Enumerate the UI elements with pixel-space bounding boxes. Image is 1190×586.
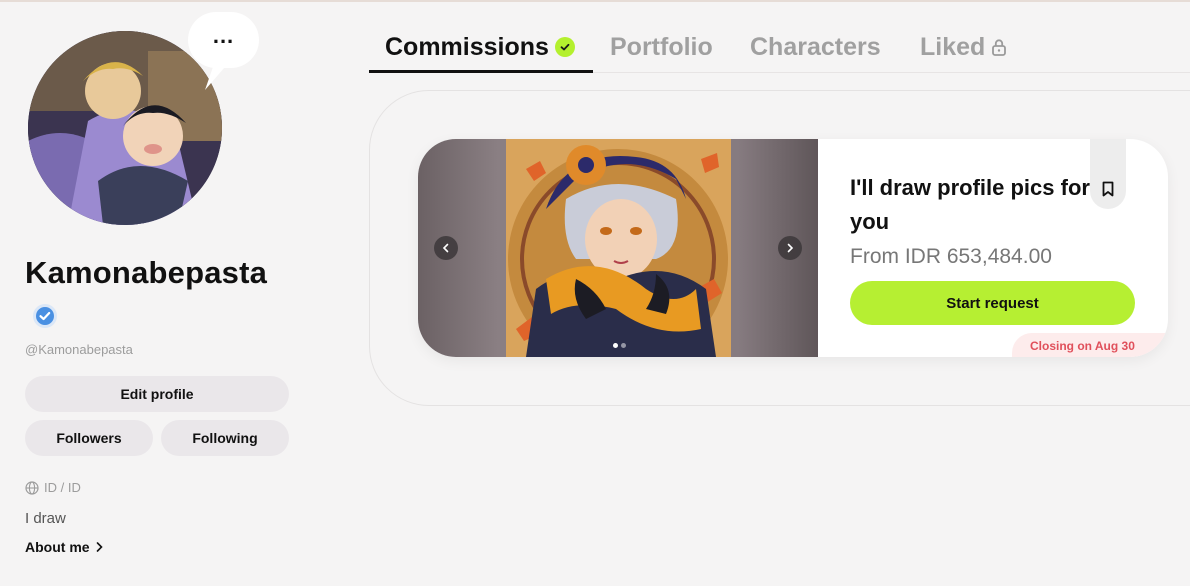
tab-label: Commissions [385, 32, 549, 61]
tab-label: Characters [750, 32, 881, 61]
followers-button[interactable]: Followers [25, 420, 153, 456]
chevron-right-icon [787, 243, 794, 253]
commission-artwork[interactable] [506, 139, 731, 357]
commission-title[interactable]: I'll draw profile pics for you [850, 171, 1100, 239]
active-tab-indicator [369, 70, 593, 73]
tab-portfolio[interactable]: Portfolio [610, 30, 713, 64]
locale-label: ID / ID [44, 480, 81, 495]
commission-media [418, 139, 818, 357]
check-badge-icon [554, 37, 575, 57]
about-me-label: About me [25, 539, 90, 555]
carousel-next-button[interactable] [778, 236, 802, 260]
globe-icon [25, 480, 39, 495]
locale-info: ID / ID [25, 480, 81, 495]
bookmark-button[interactable] [1090, 139, 1126, 209]
carousel-dot[interactable] [621, 343, 626, 348]
bookmark-icon [1102, 181, 1114, 197]
carousel-dot[interactable] [613, 343, 618, 348]
profile-handle: @Kamonabepasta [25, 342, 133, 357]
more-options-button[interactable]: ... [188, 12, 259, 68]
verified-badge-icon [33, 304, 57, 328]
commission-card[interactable]: I'll draw profile pics for you From IDR … [418, 139, 1168, 357]
carousel-prev-button[interactable] [434, 236, 458, 260]
profile-bio: I draw [25, 510, 66, 527]
tab-label: Portfolio [610, 32, 713, 61]
following-button[interactable]: Following [161, 420, 289, 456]
tab-label: Liked [920, 32, 986, 61]
edit-profile-button[interactable]: Edit profile [25, 376, 289, 412]
tab-liked[interactable]: Liked [920, 30, 1007, 64]
closing-date-badge: Closing on Aug 30 [1012, 333, 1168, 357]
start-request-button[interactable]: Start request [850, 281, 1135, 325]
commission-price: From IDR 653,484.00 [850, 245, 1052, 268]
tab-commissions[interactable]: Commissions [385, 30, 575, 64]
about-me-link[interactable]: About me [25, 539, 103, 555]
carousel-indicators [613, 343, 626, 348]
lock-icon [992, 39, 1007, 56]
profile-username: Kamonabepasta [25, 255, 268, 290]
top-border [0, 0, 1190, 2]
chevron-right-icon [96, 542, 103, 552]
tab-characters[interactable]: Characters [750, 30, 881, 64]
chevron-left-icon [442, 243, 449, 253]
more-icon: ... [212, 23, 235, 48]
avatar[interactable] [28, 31, 222, 225]
